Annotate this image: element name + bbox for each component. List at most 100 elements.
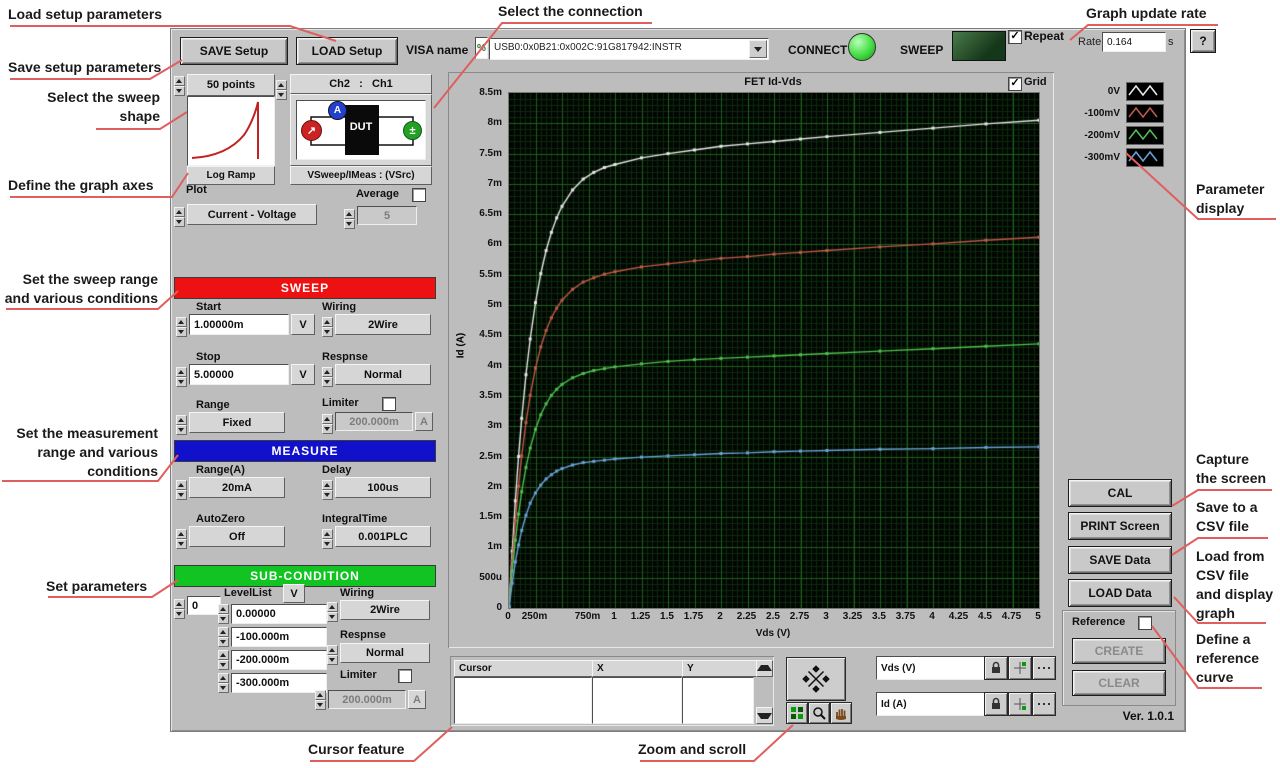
spinner[interactable] xyxy=(322,529,333,549)
average-checkbox[interactable] xyxy=(412,188,426,202)
measure-autozero-selector[interactable]: Off xyxy=(189,526,285,547)
save-data-button[interactable]: SAVE Data xyxy=(1068,546,1172,574)
legend-swatch[interactable] xyxy=(1126,104,1164,123)
spinner[interactable] xyxy=(315,690,326,710)
print-screen-button[interactable]: PRINT Screen xyxy=(1068,512,1172,540)
measure-range-selector[interactable]: 20mA xyxy=(189,477,285,498)
cursor-x-readout[interactable]: Vds (V) xyxy=(876,656,986,680)
legend-item: -100mV xyxy=(1064,102,1180,124)
grid-checkbox[interactable] xyxy=(1008,77,1022,91)
y-tick-label: 4m xyxy=(488,360,502,371)
cursor-x-cell[interactable] xyxy=(592,677,682,724)
help-button[interactable]: ? xyxy=(1190,29,1216,53)
cursor-lock-button-y[interactable] xyxy=(984,692,1008,716)
subcondition-limiter-checkbox[interactable] xyxy=(398,669,412,683)
sweep-shape-name[interactable]: Log Ramp xyxy=(187,166,275,185)
spinner[interactable] xyxy=(218,650,229,670)
spinner[interactable] xyxy=(218,627,229,647)
x-tick-label: 2 xyxy=(717,611,723,622)
spinner[interactable] xyxy=(322,480,333,500)
x-tick-label: 4.75 xyxy=(1002,611,1021,622)
cal-button[interactable]: CAL xyxy=(1068,479,1172,507)
dut-connection-diagram[interactable]: DUT A xyxy=(290,94,432,166)
sweep-range-selector[interactable]: Fixed xyxy=(189,412,285,433)
spinner[interactable] xyxy=(176,415,187,435)
sweep-response-selector[interactable]: Normal xyxy=(335,364,431,385)
plot-canvas[interactable] xyxy=(508,92,1040,609)
subcondition-response-label: Respnse xyxy=(340,629,386,641)
spinner[interactable] xyxy=(174,599,185,619)
spinner[interactable] xyxy=(322,414,333,434)
spinner[interactable] xyxy=(322,367,333,387)
points-selector[interactable]: 50 points xyxy=(187,74,275,96)
level-field-3[interactable]: -300.000m xyxy=(231,673,327,693)
sweep-shape-preview[interactable] xyxy=(187,96,275,166)
spinner[interactable] xyxy=(322,317,333,337)
spinner[interactable] xyxy=(174,207,185,227)
legend-swatch[interactable] xyxy=(1126,82,1164,101)
annotation-load-setup: Load setup parameters xyxy=(8,5,162,24)
x-tick-label: 3.75 xyxy=(896,611,915,622)
level-field-0[interactable]: 0.00000 xyxy=(231,604,327,624)
level-field-2[interactable]: -200.000m xyxy=(231,650,327,670)
sweep-wiring-selector[interactable]: 2Wire xyxy=(335,314,431,335)
spinner[interactable] xyxy=(327,645,338,665)
rate-field[interactable]: 0.164 xyxy=(1102,32,1166,52)
subcondition-response-selector[interactable]: Normal xyxy=(340,643,430,663)
cursor-marker-button-x[interactable] xyxy=(1032,656,1056,680)
cursor-tool-button[interactable] xyxy=(786,702,808,724)
plot-legend: 0V-100mV-200mV-300mV xyxy=(1064,80,1180,168)
y-tick-label: 6m xyxy=(488,238,502,249)
pan-tool-button[interactable] xyxy=(830,702,852,724)
sweep-start-unit: V xyxy=(291,314,315,335)
spinner[interactable] xyxy=(218,673,229,693)
cursor-scroll-down-icon[interactable] xyxy=(756,707,773,724)
spinner[interactable] xyxy=(276,80,287,100)
spinner[interactable] xyxy=(176,367,187,387)
log-ramp-curve-icon xyxy=(188,97,272,163)
subcondition-index-field[interactable]: 0 xyxy=(187,596,221,615)
x-tick-label: 4 xyxy=(929,611,935,622)
save-setup-button[interactable]: SAVE Setup xyxy=(180,37,288,65)
sweep-start-field[interactable]: 1.00000m xyxy=(189,314,289,335)
level-field-1[interactable]: -100.000m xyxy=(231,627,327,647)
channel-selector[interactable]: Ch2 : Ch1 xyxy=(290,74,432,94)
connect-label: CONNECT xyxy=(788,43,847,57)
measure-delay-selector[interactable]: 100us xyxy=(335,477,431,498)
levellist-unit[interactable]: V xyxy=(283,584,305,603)
create-button[interactable]: CREATE xyxy=(1072,638,1166,664)
visa-name-combo[interactable]: USB0:0x0B21:0x002C:91G817942:INSTR xyxy=(489,38,769,60)
spinner[interactable] xyxy=(176,317,187,337)
spinner[interactable] xyxy=(176,480,187,500)
cursor-scroll-up-icon[interactable] xyxy=(756,660,773,677)
zoom-tool-button[interactable] xyxy=(808,702,830,724)
spinner[interactable] xyxy=(218,604,229,624)
legend-swatch[interactable] xyxy=(1126,126,1164,145)
measure-integraltime-selector[interactable]: 0.001PLC xyxy=(335,526,431,547)
cursor-style-button-x[interactable] xyxy=(1008,656,1032,680)
spinner[interactable] xyxy=(174,76,185,96)
subcondition-wiring-selector[interactable]: 2Wire xyxy=(340,600,430,620)
sweep-wiring-label: Wiring xyxy=(322,301,356,313)
spinner[interactable] xyxy=(344,209,355,229)
spinner[interactable] xyxy=(327,602,338,622)
cursor-mover-button[interactable] xyxy=(786,657,846,701)
cursor-y-cell[interactable] xyxy=(682,677,754,724)
cursor-name-cell[interactable] xyxy=(454,677,592,724)
reference-checkbox[interactable] xyxy=(1138,616,1152,630)
cursor-y-readout[interactable]: Id (A) xyxy=(876,692,986,716)
cursor-marker-button-y[interactable] xyxy=(1032,692,1056,716)
cursor-style-button-y[interactable] xyxy=(1008,692,1032,716)
load-setup-button[interactable]: LOAD Setup xyxy=(296,37,398,65)
spinner[interactable] xyxy=(176,529,187,549)
load-data-button[interactable]: LOAD Data xyxy=(1068,579,1172,607)
chevron-down-icon[interactable] xyxy=(749,40,767,58)
average-field[interactable]: 5 xyxy=(357,206,417,225)
repeat-checkbox[interactable] xyxy=(1008,30,1022,44)
plot-type-selector[interactable]: Current - Voltage xyxy=(187,204,317,225)
sweep-limiter-checkbox[interactable] xyxy=(382,397,396,411)
legend-swatch[interactable] xyxy=(1126,148,1164,167)
clear-button[interactable]: CLEAR xyxy=(1072,670,1166,696)
cursor-lock-button-x[interactable] xyxy=(984,656,1008,680)
sweep-stop-field[interactable]: 5.00000 xyxy=(189,364,289,385)
